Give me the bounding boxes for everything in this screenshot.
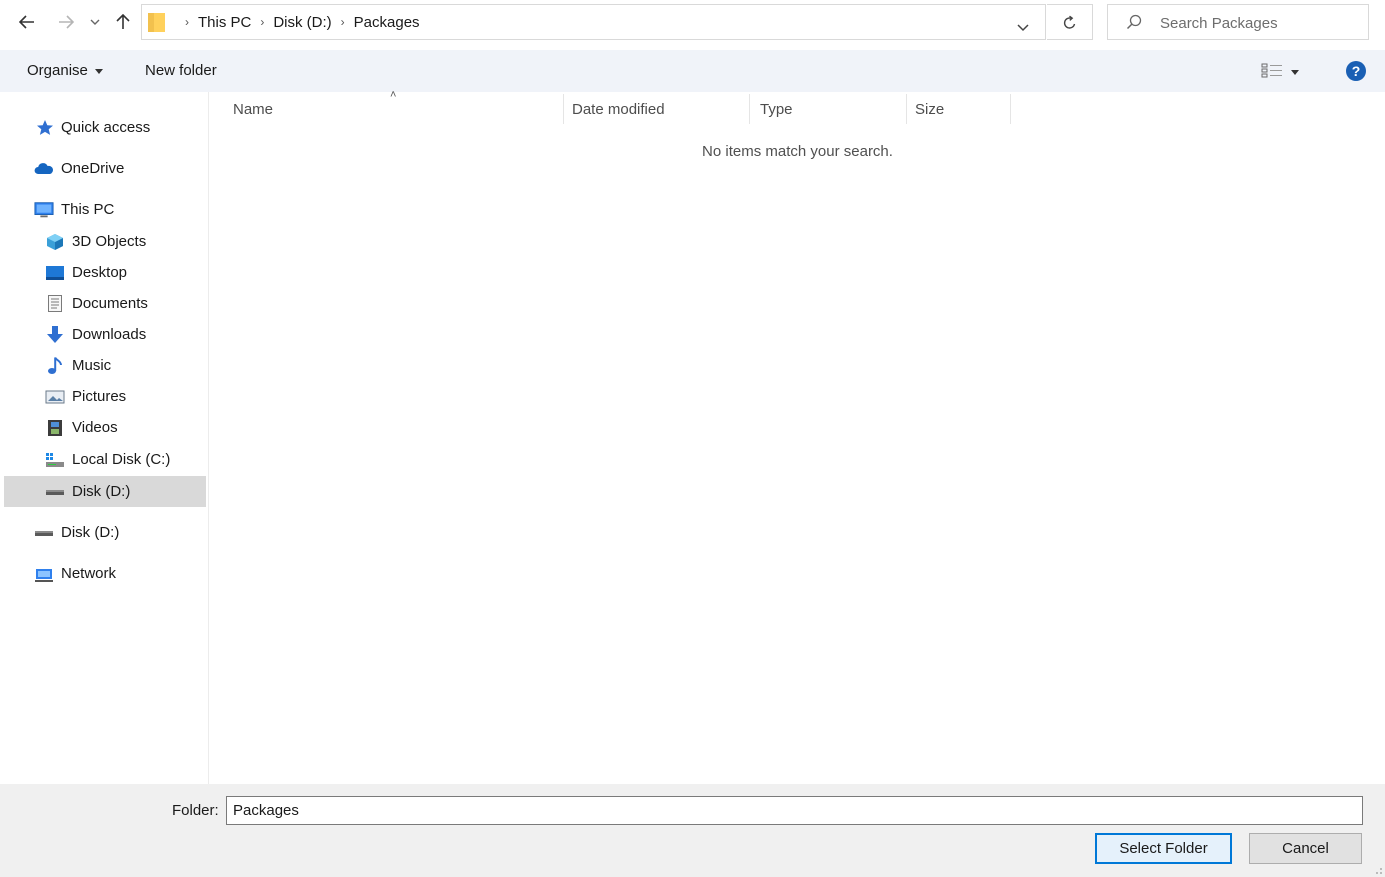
nav-label: OneDrive bbox=[61, 160, 125, 177]
address-row: › This PC › Disk (D:) › Packages bbox=[0, 0, 1385, 46]
view-icon bbox=[1261, 63, 1282, 78]
nav-label: Videos bbox=[72, 419, 118, 436]
column-header-type[interactable]: Type bbox=[750, 94, 907, 124]
new-folder-button[interactable]: New folder bbox=[145, 62, 217, 79]
nav-label: This PC bbox=[61, 201, 115, 218]
back-icon bbox=[19, 15, 34, 29]
drive-icon bbox=[34, 523, 54, 543]
search-input[interactable] bbox=[1158, 11, 1362, 35]
network-icon bbox=[34, 564, 54, 584]
empty-folder-message: No items match your search. bbox=[702, 143, 893, 160]
command-bar: Organise New folder ? bbox=[0, 50, 1385, 92]
download-arrow-icon bbox=[45, 325, 65, 345]
nav-label: Downloads bbox=[72, 326, 147, 343]
column-header-date-modified[interactable]: Date modified bbox=[564, 94, 750, 124]
nav-item-videos[interactable]: Videos bbox=[45, 412, 118, 443]
new-folder-label: New folder bbox=[145, 62, 217, 79]
forward-icon bbox=[59, 15, 74, 29]
breadcrumb-packages[interactable]: Packages bbox=[354, 14, 420, 31]
column-label: Date modified bbox=[572, 100, 665, 118]
nav-label: Disk (D:) bbox=[72, 483, 131, 500]
breadcrumb-disk-d[interactable]: Disk (D:) bbox=[273, 14, 331, 31]
document-icon bbox=[45, 294, 65, 314]
nav-item-this-pc[interactable]: This PC bbox=[34, 194, 114, 225]
nav-item-disk-d-root[interactable]: Disk (D:) bbox=[34, 517, 119, 548]
folder-icon bbox=[147, 12, 167, 38]
nav-label: Documents bbox=[72, 295, 148, 312]
search-icon bbox=[1126, 14, 1142, 34]
windows-drive-icon bbox=[45, 450, 65, 470]
up-button[interactable] bbox=[112, 10, 134, 34]
breadcrumb-separator-icon: › bbox=[260, 15, 265, 29]
folder-label: Folder: bbox=[172, 802, 219, 819]
column-header-name[interactable]: Name bbox=[224, 94, 564, 124]
column-label: Type bbox=[760, 100, 793, 118]
chevron-down-icon bbox=[94, 69, 103, 74]
change-view-button[interactable] bbox=[1261, 63, 1299, 79]
address-bar[interactable]: › This PC › Disk (D:) › Packages bbox=[141, 4, 1046, 40]
column-label: Name bbox=[233, 100, 274, 118]
nav-item-network[interactable]: Network bbox=[34, 558, 116, 589]
nav-label: Quick access bbox=[61, 119, 151, 136]
chevron-down-icon bbox=[1291, 69, 1299, 75]
help-icon[interactable]: ? bbox=[1346, 61, 1366, 81]
cloud-icon bbox=[34, 159, 54, 179]
cube-icon bbox=[45, 232, 65, 252]
organise-label: Organise bbox=[27, 62, 88, 79]
address-dropdown-icon[interactable] bbox=[1017, 19, 1029, 36]
desktop-icon bbox=[45, 263, 65, 283]
nav-item-music[interactable]: Music bbox=[45, 350, 111, 381]
star-icon bbox=[35, 118, 55, 138]
nav-item-local-disk-c[interactable]: Local Disk (C:) bbox=[45, 444, 170, 475]
nav-item-quick-access[interactable]: Quick access bbox=[35, 112, 150, 143]
cancel-button[interactable]: Cancel bbox=[1249, 833, 1362, 864]
nav-label: Music bbox=[72, 357, 112, 374]
refresh-icon bbox=[1063, 15, 1075, 29]
resize-grip-icon[interactable] bbox=[1373, 865, 1383, 875]
drive-icon bbox=[45, 482, 65, 502]
nav-item-downloads[interactable]: Downloads bbox=[45, 319, 146, 350]
nav-label: Network bbox=[61, 565, 117, 582]
nav-label: Desktop bbox=[72, 264, 128, 281]
breadcrumb-separator-icon: › bbox=[340, 15, 345, 29]
nav-label: 3D Objects bbox=[72, 233, 147, 250]
organise-button[interactable]: Organise bbox=[27, 62, 103, 79]
nav-label: Local Disk (C:) bbox=[72, 451, 171, 468]
picture-icon bbox=[45, 387, 65, 407]
nav-label: Pictures bbox=[72, 388, 127, 405]
breadcrumb-separator-icon: › bbox=[185, 15, 189, 29]
select-folder-button[interactable]: Select Folder bbox=[1095, 833, 1232, 864]
back-button[interactable] bbox=[16, 10, 38, 34]
music-note-icon bbox=[45, 356, 65, 376]
up-icon bbox=[116, 14, 130, 29]
forward-button[interactable] bbox=[55, 10, 77, 34]
folder-field[interactable] bbox=[226, 796, 1363, 825]
computer-icon bbox=[34, 200, 54, 220]
breadcrumb: › This PC › Disk (D:) › Packages bbox=[176, 5, 420, 39]
refresh-button[interactable] bbox=[1047, 4, 1093, 40]
nav-label: Disk (D:) bbox=[61, 524, 120, 541]
nav-item-pictures[interactable]: Pictures bbox=[45, 381, 126, 412]
nav-item-3d-objects[interactable]: 3D Objects bbox=[45, 226, 146, 257]
recent-dropdown-icon bbox=[90, 19, 100, 25]
film-icon bbox=[45, 418, 65, 438]
column-header-size[interactable]: Size bbox=[907, 94, 1011, 124]
nav-item-desktop[interactable]: Desktop bbox=[45, 257, 127, 288]
nav-item-documents[interactable]: Documents bbox=[45, 288, 148, 319]
search-box[interactable] bbox=[1107, 4, 1369, 40]
nav-item-disk-d[interactable]: Disk (D:) bbox=[4, 476, 206, 507]
column-label: Size bbox=[915, 100, 945, 118]
recent-locations-button[interactable] bbox=[86, 10, 104, 34]
breadcrumb-this-pc[interactable]: This PC bbox=[198, 14, 251, 31]
